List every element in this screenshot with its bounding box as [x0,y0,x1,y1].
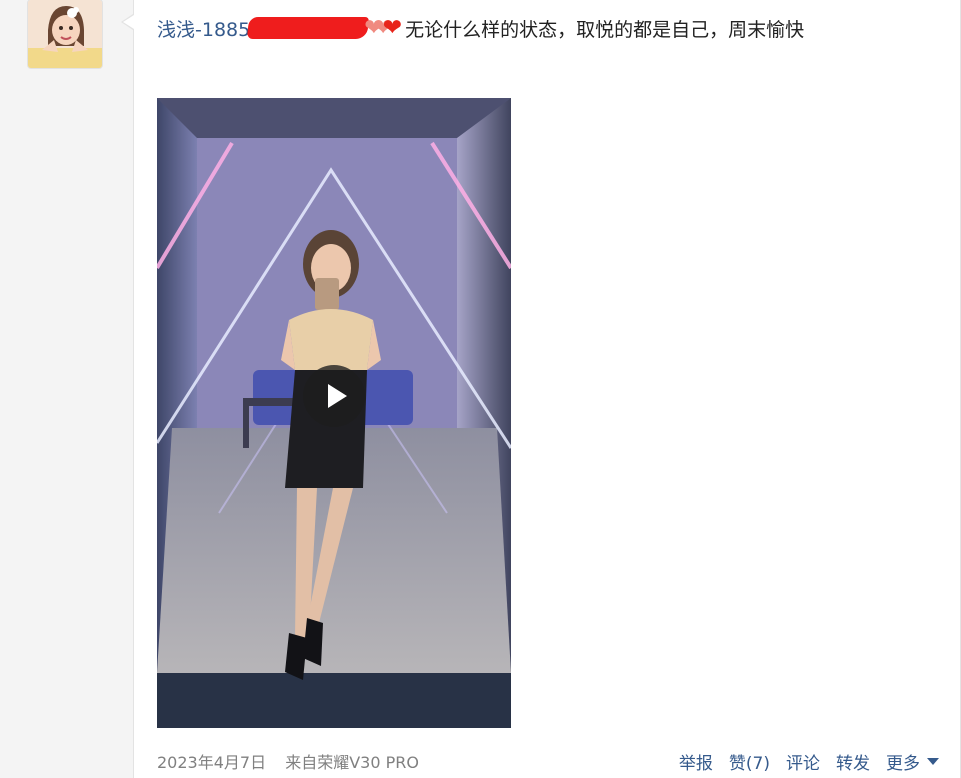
play-icon [328,384,347,408]
avatar[interactable] [28,0,102,68]
post-meta: 2023年4月7日 来自荣耀V30 PRO [157,749,433,773]
report-button[interactable]: 举报 [679,749,713,774]
more-button[interactable]: 更多 [886,749,939,774]
post-source: 来自荣耀V30 PRO [285,753,419,772]
comment-button[interactable]: 评论 [786,749,820,774]
chevron-down-icon [927,758,939,765]
like-button[interactable]: 赞(7) [729,749,770,774]
page: 浅浅-1885 ❤ ❤ ❤ 无论什么样的状态，取悦的都是自己，周末愉快 2023… [0,0,961,778]
post-header: 浅浅-1885 ❤ ❤ ❤ 无论什么样的状态，取悦的都是自己，周末愉快 [157,14,804,42]
heart-icons: ❤ ❤ ❤ [364,14,403,41]
play-button[interactable] [303,365,365,427]
avatar-image [28,0,102,68]
redaction-mark [247,17,370,39]
repost-button[interactable]: 转发 [836,749,870,774]
card-pointer-inner [123,15,134,29]
username-link[interactable]: 浅浅-1885 [157,15,250,42]
post-date: 2023年4月7日 [157,753,267,772]
video-thumbnail[interactable] [157,98,511,728]
post-actions: 举报 赞(7) 评论 转发 更多 [663,749,939,774]
heart-icon: ❤ [382,14,403,41]
more-label: 更多 [886,754,920,774]
post-text: 无论什么样的状态，取悦的都是自己，周末愉快 [405,18,805,41]
